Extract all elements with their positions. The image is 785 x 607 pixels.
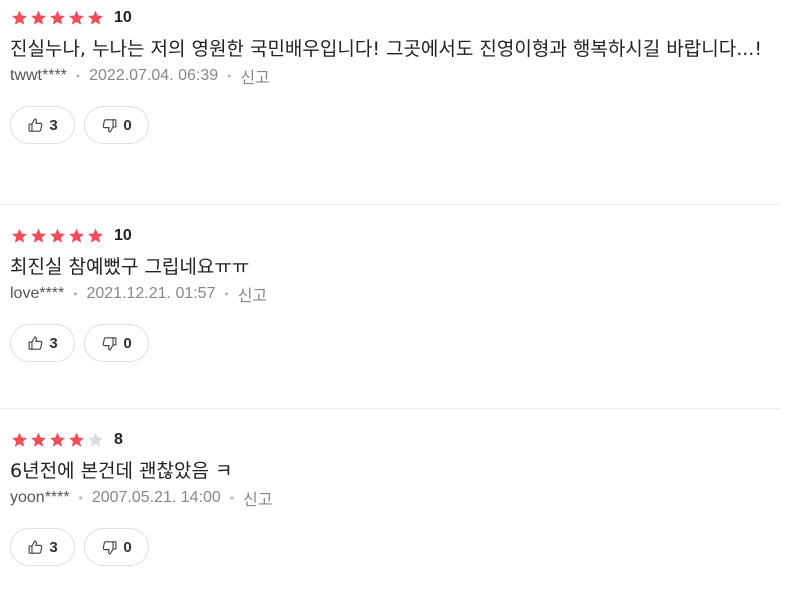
review-text: 진실누나, 누나는 저의 영원한 국민배우입니다! 그곳에서도 진영이형과 행복… [10, 38, 762, 60]
review-list: 10 진실누나, 누나는 저의 영원한 국민배우입니다! 그곳에서도 진영이형과… [0, 8, 785, 607]
star-rating [10, 227, 105, 245]
rating-row: 10 [10, 226, 780, 246]
dislike-button[interactable]: 0 [84, 528, 149, 566]
like-button[interactable]: 3 [10, 324, 75, 362]
review-text: 최진실 참예뻤구 그립네요ㅠㅠ [10, 256, 250, 278]
like-button[interactable]: 3 [10, 106, 75, 144]
thumbs-down-icon [101, 117, 118, 134]
like-button[interactable]: 3 [10, 528, 75, 566]
star-filled-icon [10, 227, 29, 245]
meta-separator: • [229, 491, 235, 505]
report-link[interactable]: 신고 [238, 282, 267, 306]
dislike-count: 0 [123, 334, 132, 352]
star-filled-icon [10, 431, 29, 449]
review-item: 10 최진실 참예뻤구 그립네요ㅠㅠ love**** • 2021.12.21… [0, 226, 780, 409]
review-author: yoon**** [10, 489, 70, 506]
thumbs-up-icon [27, 539, 44, 556]
star-rating [10, 9, 105, 27]
review-meta: love**** • 2021.12.21. 01:57 • 신고 [10, 283, 780, 305]
report-link[interactable]: 신고 [243, 486, 272, 510]
rating-score: 8 [114, 431, 123, 448]
review-actions: 3 0 [10, 528, 780, 566]
star-rating [10, 431, 105, 449]
dislike-button[interactable]: 0 [84, 324, 149, 362]
rating-score: 10 [114, 9, 132, 26]
review-item: 10 진실누나, 누나는 저의 영원한 국민배우입니다! 그곳에서도 진영이형과… [0, 8, 780, 205]
rating-row: 8 [10, 430, 780, 450]
meta-separator: • [75, 69, 81, 83]
rating-score: 10 [114, 227, 132, 244]
review-text: 6년전에 본건데 괜찮았음 ㅋ [10, 460, 233, 482]
star-filled-icon [48, 431, 67, 449]
star-filled-icon [29, 9, 48, 27]
star-empty-icon [86, 431, 105, 449]
star-filled-icon [86, 227, 105, 245]
star-filled-icon [10, 9, 29, 27]
report-link[interactable]: 신고 [240, 64, 269, 88]
star-filled-icon [29, 227, 48, 245]
review-item: 8 6년전에 본건데 괜찮았음 ㅋ yoon**** • 2007.05.21.… [0, 430, 780, 607]
review-meta: yoon**** • 2007.05.21. 14:00 • 신고 [10, 487, 780, 509]
star-filled-icon [67, 227, 86, 245]
star-filled-icon [86, 9, 105, 27]
like-count: 3 [49, 334, 58, 352]
dislike-count: 0 [123, 116, 132, 134]
thumbs-up-icon [27, 335, 44, 352]
like-count: 3 [49, 538, 58, 556]
star-filled-icon [29, 431, 48, 449]
star-filled-icon [48, 227, 67, 245]
thumbs-down-icon [101, 335, 118, 352]
star-filled-icon [48, 9, 67, 27]
review-author: twwt**** [10, 67, 67, 84]
rating-row: 10 [10, 8, 780, 28]
review-meta: twwt**** • 2022.07.04. 06:39 • 신고 [10, 65, 780, 87]
like-count: 3 [49, 116, 58, 134]
review-actions: 3 0 [10, 324, 780, 362]
thumbs-up-icon [27, 117, 44, 134]
meta-separator: • [227, 69, 232, 83]
review-date: 2007.05.21. 14:00 [91, 489, 221, 506]
meta-separator: • [78, 491, 83, 505]
star-filled-icon [67, 9, 86, 27]
meta-separator: • [73, 287, 78, 301]
review-author: love**** [10, 285, 65, 302]
dislike-button[interactable]: 0 [84, 106, 149, 144]
review-actions: 3 0 [10, 106, 780, 144]
review-date: 2022.07.04. 06:39 [89, 67, 219, 84]
dislike-count: 0 [123, 538, 132, 556]
thumbs-down-icon [101, 539, 118, 556]
meta-separator: • [224, 287, 229, 301]
review-date: 2021.12.21. 01:57 [86, 285, 216, 302]
star-filled-icon [67, 431, 86, 449]
